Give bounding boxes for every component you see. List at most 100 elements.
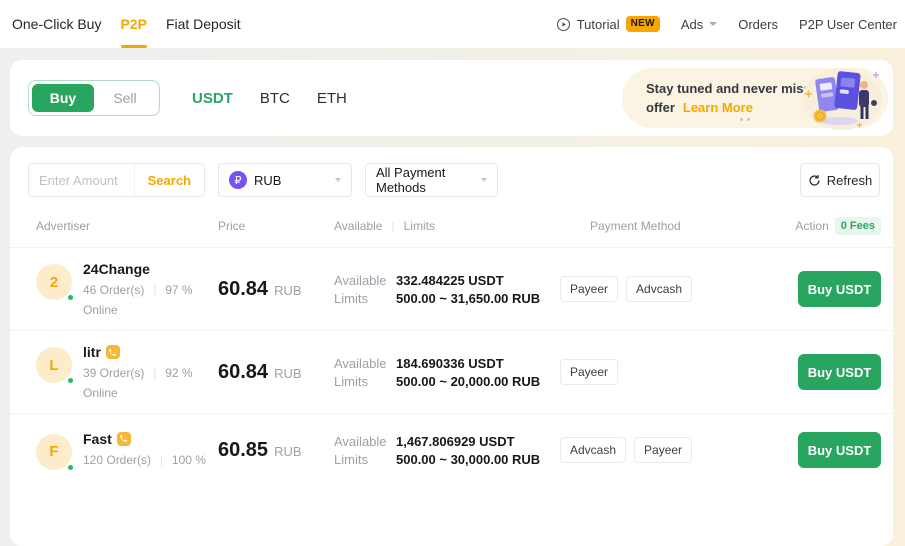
avatar[interactable]: F (36, 434, 72, 470)
offer-row: 2 24Change 46 Order(s)|97 % Online 60.84… (10, 247, 893, 330)
offer-list: 2 24Change 46 Order(s)|97 % Online 60.84… (10, 247, 893, 486)
p2p-user-center-link[interactable]: P2P User Center (799, 17, 897, 32)
header-payment-method: Payment Method (560, 219, 789, 233)
online-status: Online (83, 386, 193, 400)
avatar[interactable]: L (36, 347, 72, 383)
coin-tab-btc[interactable]: BTC (260, 90, 290, 107)
user-center-label: P2P User Center (799, 17, 897, 32)
action-cell: Buy USDT (789, 354, 881, 390)
buy-toggle-button[interactable]: Buy (32, 84, 94, 112)
new-badge: NEW (626, 16, 660, 32)
carousel-dots (740, 118, 750, 121)
advertiser-cell: L litr 39 Order(s)|92 % Online (36, 344, 218, 400)
available-value: 1,467.806929 USDT (396, 434, 515, 449)
advertiser-cell: 2 24Change 46 Order(s)|97 % Online (36, 261, 218, 317)
payment-method-tag: Payeer (560, 276, 618, 302)
refresh-label: Refresh (827, 173, 873, 188)
header-action: Action 0 Fees (789, 217, 881, 235)
ads-menu[interactable]: Ads (681, 17, 717, 32)
zero-fees-badge: 0 Fees (835, 217, 881, 235)
buy-sell-toggle: Buy Sell (28, 80, 160, 116)
payment-methods: AdvcashPayeer (560, 437, 789, 463)
available-label: Available (334, 434, 388, 449)
available-label: Available (334, 273, 388, 288)
coin-tab-usdt[interactable]: USDT (192, 90, 233, 107)
price-cell: 60.84 RUB (218, 361, 334, 384)
advertiser-stats: 46 Order(s)|97 % (83, 283, 193, 297)
refresh-button[interactable]: Refresh (800, 163, 880, 197)
chevron-down-icon (481, 178, 487, 182)
price-currency: RUB (274, 444, 301, 459)
orders-link[interactable]: Orders (738, 17, 778, 32)
tab-p2p[interactable]: P2P (120, 0, 146, 48)
amount-input[interactable] (29, 173, 134, 188)
amount-search-group: Search (28, 163, 205, 197)
promo-banner: Stay tuned and never miss any offerLearn… (622, 68, 888, 128)
sell-toggle-button[interactable]: Sell (94, 84, 156, 112)
available-limits-cell: Available 184.690336 USDT Limits 500.00 … (334, 353, 560, 392)
phone-verified-icon (106, 345, 120, 359)
nav-actions: Tutorial NEW Ads Orders P2P User Center (556, 16, 897, 32)
header-advertiser: Advertiser (36, 219, 218, 233)
online-dot (66, 376, 75, 385)
action-cell: Buy USDT (789, 432, 881, 468)
buy-usdt-button[interactable]: Buy USDT (798, 354, 881, 390)
header-available-limits: Available|Limits (334, 219, 560, 233)
trade-panel: Buy Sell USDT BTC ETH Stay tuned and nev… (10, 60, 893, 136)
header-price: Price (218, 219, 334, 233)
available-label: Available (334, 356, 388, 371)
top-nav: One-Click Buy P2P Fiat Deposit Tutorial … (0, 0, 905, 48)
offer-row: L litr 39 Order(s)|92 % Online 60.84 RUB (10, 330, 893, 413)
offers-panel: Search ₽ RUB All Payment Methods Refresh… (10, 147, 893, 546)
payment-method-value: All Payment Methods (376, 165, 475, 195)
banner-text-line2: offerLearn More (646, 98, 888, 117)
ads-label: Ads (681, 17, 703, 32)
orders-label: Orders (738, 17, 778, 32)
advertiser-name[interactable]: litr (83, 344, 193, 360)
online-dot (66, 293, 75, 302)
payment-methods: Payeer (560, 359, 789, 385)
banner-text-line1: Stay tuned and never miss any (646, 79, 888, 98)
limits-value: 500.00 ~ 31,650.00 RUB (396, 291, 540, 306)
price-currency: RUB (274, 283, 301, 298)
refresh-icon (808, 174, 821, 187)
available-value: 332.484225 USDT (396, 273, 504, 288)
advertiser-stats: 39 Order(s)|92 % (83, 366, 193, 380)
price-cell: 60.84 RUB (218, 278, 334, 301)
tab-one-click-buy[interactable]: One-Click Buy (12, 0, 101, 48)
limits-label: Limits (334, 374, 388, 389)
table-header: Advertiser Price Available|Limits Paymen… (10, 209, 893, 247)
filter-bar: Search ₽ RUB All Payment Methods Refresh (10, 147, 893, 209)
buy-usdt-button[interactable]: Buy USDT (798, 271, 881, 307)
nav-tabs: One-Click Buy P2P Fiat Deposit (12, 0, 241, 48)
price-value: 60.85 (218, 439, 268, 462)
price-value: 60.84 (218, 278, 268, 301)
available-value: 184.690336 USDT (396, 356, 504, 371)
coin-tab-eth[interactable]: ETH (317, 90, 347, 107)
buy-usdt-button[interactable]: Buy USDT (798, 432, 881, 468)
tutorial-label: Tutorial (577, 17, 620, 32)
price-currency: RUB (274, 366, 301, 381)
limits-value: 500.00 ~ 30,000.00 RUB (396, 452, 540, 467)
search-button[interactable]: Search (134, 164, 204, 196)
chevron-down-icon (709, 22, 717, 26)
action-cell: Buy USDT (789, 271, 881, 307)
learn-more-link[interactable]: Learn More (683, 100, 753, 115)
advertiser-name[interactable]: 24Change (83, 261, 193, 277)
coin-tabs: USDT BTC ETH (192, 90, 347, 107)
limits-value: 500.00 ~ 20,000.00 RUB (396, 374, 540, 389)
tab-fiat-deposit[interactable]: Fiat Deposit (166, 0, 241, 48)
online-status: Online (83, 303, 193, 317)
payment-methods: PayeerAdvcash (560, 276, 789, 302)
ruble-currency-icon: ₽ (229, 171, 247, 189)
limits-label: Limits (334, 452, 388, 467)
available-limits-cell: Available 332.484225 USDT Limits 500.00 … (334, 270, 560, 309)
advertiser-name[interactable]: Fast (83, 431, 206, 447)
payment-method-tag: Payeer (560, 359, 618, 385)
tutorial-link[interactable]: Tutorial NEW (556, 16, 660, 32)
payment-method-select[interactable]: All Payment Methods (365, 163, 498, 197)
avatar[interactable]: 2 (36, 264, 72, 300)
currency-select[interactable]: ₽ RUB (218, 163, 352, 197)
payment-method-tag: Payeer (634, 437, 692, 463)
advertiser-stats: 120 Order(s)|100 % (83, 453, 206, 467)
